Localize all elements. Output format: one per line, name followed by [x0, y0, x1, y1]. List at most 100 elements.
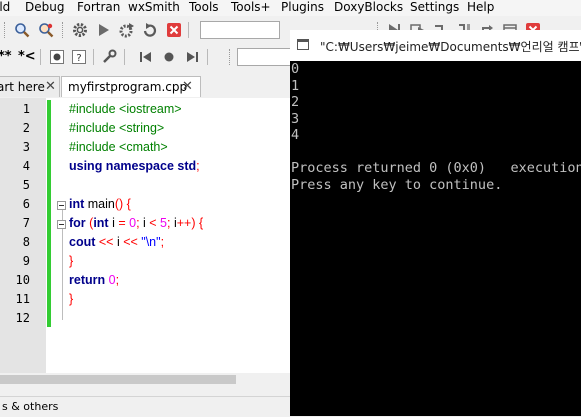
- console-line: 3: [291, 110, 300, 127]
- line-number: 1: [22, 102, 30, 116]
- line-number: 4: [22, 159, 30, 173]
- menu-plugins[interactable]: Plugins: [281, 0, 324, 15]
- menu-doxyblocks[interactable]: DoxyBlocks: [334, 0, 403, 15]
- line-number: 5: [22, 178, 30, 192]
- console-line: 0: [291, 61, 300, 77]
- code-token: 5: [160, 216, 167, 230]
- code-token: ;: [115, 273, 120, 287]
- abort-icon[interactable]: [165, 21, 183, 39]
- line-number: 12: [15, 311, 30, 325]
- menu-debug[interactable]: Debug: [25, 0, 64, 15]
- code-token: i: [108, 216, 119, 230]
- code-token: ;: [167, 216, 174, 230]
- settings-gear-icon[interactable]: [71, 21, 89, 39]
- run-icon[interactable]: [94, 21, 112, 39]
- find-replace-icon[interactable]: [37, 21, 55, 39]
- uncomment-button[interactable]: *<: [18, 49, 36, 64]
- console-title-bar[interactable]: "C:₩Users₩jeime₩Documents₩언리얼 캠프₩C+: [290, 30, 581, 61]
- code-token: #include <cmath>: [69, 140, 168, 154]
- code-token: for: [69, 216, 86, 230]
- menu-bar: ild Debug Fortran wxSmith Tools Tools+ P…: [0, 0, 581, 16]
- change-bar: [47, 100, 51, 327]
- tab-start-here[interactable]: art here ✕: [0, 76, 60, 97]
- code-token: ;: [196, 159, 200, 173]
- record-icon[interactable]: [48, 48, 66, 66]
- console-line: 4: [291, 127, 300, 143]
- menu-tools-plus[interactable]: Tools+: [231, 0, 271, 15]
- editor-tab-strip: art here ✕ myfirstprogram.cpp ✕: [0, 75, 290, 99]
- code-token: ;: [160, 235, 165, 249]
- code-token: ++) {: [176, 216, 204, 230]
- tab-start-here-label: art here: [0, 80, 45, 94]
- fold-toggle-main[interactable]: [57, 201, 66, 210]
- code-token: cout: [69, 235, 96, 249]
- fold-toggle-for[interactable]: [57, 220, 66, 229]
- wrench-icon[interactable]: [100, 48, 118, 66]
- code-token: <: [149, 216, 161, 230]
- code-token: int: [93, 216, 109, 230]
- code-token: #include <iostream>: [69, 102, 182, 116]
- horizontal-scrollbar[interactable]: [0, 373, 290, 386]
- code-line: return 0;: [69, 271, 119, 290]
- line-number: 9: [22, 254, 30, 268]
- line-number: 11: [15, 292, 30, 306]
- rebuild-icon[interactable]: [141, 21, 159, 39]
- code-line: #include <cmath>: [69, 138, 168, 157]
- code-line: for (int i = 0; i < 5; i++) {: [69, 214, 203, 233]
- jump-dot-icon[interactable]: [160, 48, 178, 66]
- code-line: #include <iostream>: [69, 100, 182, 119]
- code-token: int: [69, 197, 85, 211]
- help-icon[interactable]: ?: [70, 48, 88, 66]
- console-title: "C:₩Users₩jeime₩Documents₩언리얼 캠프₩C+: [320, 40, 581, 54]
- line-number: 6: [22, 197, 30, 211]
- code-line: cout << i << "\n";: [69, 233, 164, 252]
- code-token: () {: [114, 197, 131, 211]
- horizontal-scrollbar-thumb[interactable]: [0, 375, 236, 384]
- console-window-icon: [297, 39, 309, 50]
- console-line: Press any key to continue.: [291, 176, 503, 193]
- code-token: ;: [136, 216, 144, 230]
- menu-fortran[interactable]: Fortran: [77, 0, 120, 15]
- code-token: return: [69, 273, 106, 287]
- menu-tools[interactable]: Tools: [189, 0, 219, 15]
- status-bar: s & others: [0, 396, 290, 417]
- line-number: 10: [15, 273, 30, 287]
- close-icon[interactable]: ✕: [45, 77, 56, 97]
- code-token: <<: [95, 235, 117, 249]
- code-token: main: [84, 197, 115, 211]
- code-editor[interactable]: 1 2 3 4 5 6 7 8 9 10 11 12 #include <iostream> #incl…: [0, 98, 290, 373]
- menu-help[interactable]: Help: [467, 0, 494, 15]
- comment-stars-button[interactable]: **: [0, 49, 12, 64]
- line-number: 3: [22, 140, 30, 154]
- jump-back-icon[interactable]: [137, 48, 155, 66]
- build-target-dropdown[interactable]: [200, 21, 280, 39]
- code-token: "\n": [141, 235, 161, 249]
- search-icon[interactable]: [13, 21, 31, 39]
- tab-myfirstprogram[interactable]: myfirstprogram.cpp ✕: [61, 76, 201, 97]
- toolbar-grip[interactable]: [4, 22, 8, 38]
- line-number: 2: [22, 121, 30, 135]
- code-token: =: [118, 216, 130, 230]
- code-line: using namespace std;: [69, 157, 200, 176]
- line-number: 7: [22, 216, 30, 230]
- status-text: s & others: [2, 400, 59, 413]
- menu-build[interactable]: ild: [0, 0, 10, 15]
- console-window[interactable]: "C:₩Users₩jeime₩Documents₩언리얼 캠프₩C+ 0123…: [290, 30, 581, 416]
- code-line: int main() {: [69, 195, 131, 214]
- code-token: using namespace: [69, 159, 178, 173]
- console-line: 1: [291, 77, 300, 94]
- code-token: 0: [108, 273, 116, 287]
- console-line: Process returned 0 (0x0) execution: [291, 160, 581, 176]
- code-token: #include <string>: [69, 121, 165, 135]
- jump-forward-icon[interactable]: [183, 48, 201, 66]
- svg-text:?: ?: [76, 53, 81, 64]
- code-line: }: [69, 252, 73, 271]
- tab-myfirstprogram-label: myfirstprogram.cpp: [68, 80, 188, 94]
- code-completion-scope-dropdown[interactable]: [237, 48, 297, 66]
- close-icon[interactable]: ✕: [182, 77, 193, 97]
- code-line: }: [69, 290, 73, 309]
- build-gear-icon[interactable]: [118, 21, 136, 39]
- menu-settings[interactable]: Settings: [410, 0, 459, 15]
- code-token: }: [69, 292, 74, 306]
- menu-wxsmith[interactable]: wxSmith: [128, 0, 180, 15]
